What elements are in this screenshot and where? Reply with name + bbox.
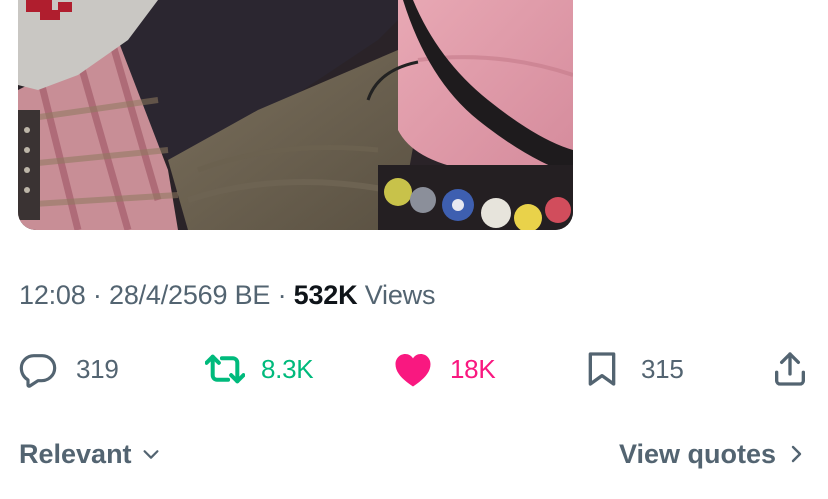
- repost-arrows-icon: [205, 349, 245, 389]
- tweet-time[interactable]: 12:08: [19, 280, 86, 310]
- meta-separator: ·: [92, 280, 102, 310]
- reply-count: 319: [76, 353, 119, 384]
- bookmark-icon: [582, 349, 622, 389]
- views-label: Views: [364, 280, 436, 310]
- heart-icon: [393, 349, 433, 389]
- sort-label: Relevant: [19, 438, 132, 469]
- tweet-action-bar: 319 8.3K 18K 315: [0, 344, 828, 394]
- chevron-right-icon: [788, 442, 804, 466]
- like-button[interactable]: 18K: [393, 344, 496, 394]
- replies-sort-dropdown[interactable]: Relevant: [19, 436, 162, 472]
- chevron-down-icon: [140, 443, 162, 465]
- like-count: 18K: [450, 353, 496, 384]
- share-button[interactable]: [770, 344, 810, 394]
- bookmark-button[interactable]: 315: [582, 344, 684, 394]
- repost-count: 8.3K: [261, 353, 314, 384]
- tweet-meta: 12:08 · 28/4/2569 BE · 532K Views: [19, 280, 435, 311]
- repost-button[interactable]: 8.3K: [205, 344, 314, 394]
- bookmark-count: 315: [641, 353, 684, 384]
- tweet-date[interactable]: 28/4/2569 BE: [109, 280, 270, 310]
- view-quotes-link[interactable]: View quotes: [619, 436, 804, 472]
- tweet-media-photo[interactable]: [18, 0, 573, 230]
- reply-button[interactable]: 319: [18, 344, 119, 394]
- tweet-detail: 12:08 · 28/4/2569 BE · 532K Views 319 8.…: [0, 0, 828, 499]
- views-count: 532K: [293, 280, 358, 310]
- share-upload-icon: [770, 349, 810, 389]
- view-quotes-label: View quotes: [618, 438, 776, 469]
- speech-bubble-icon: [18, 349, 58, 389]
- meta-separator: ·: [277, 280, 287, 310]
